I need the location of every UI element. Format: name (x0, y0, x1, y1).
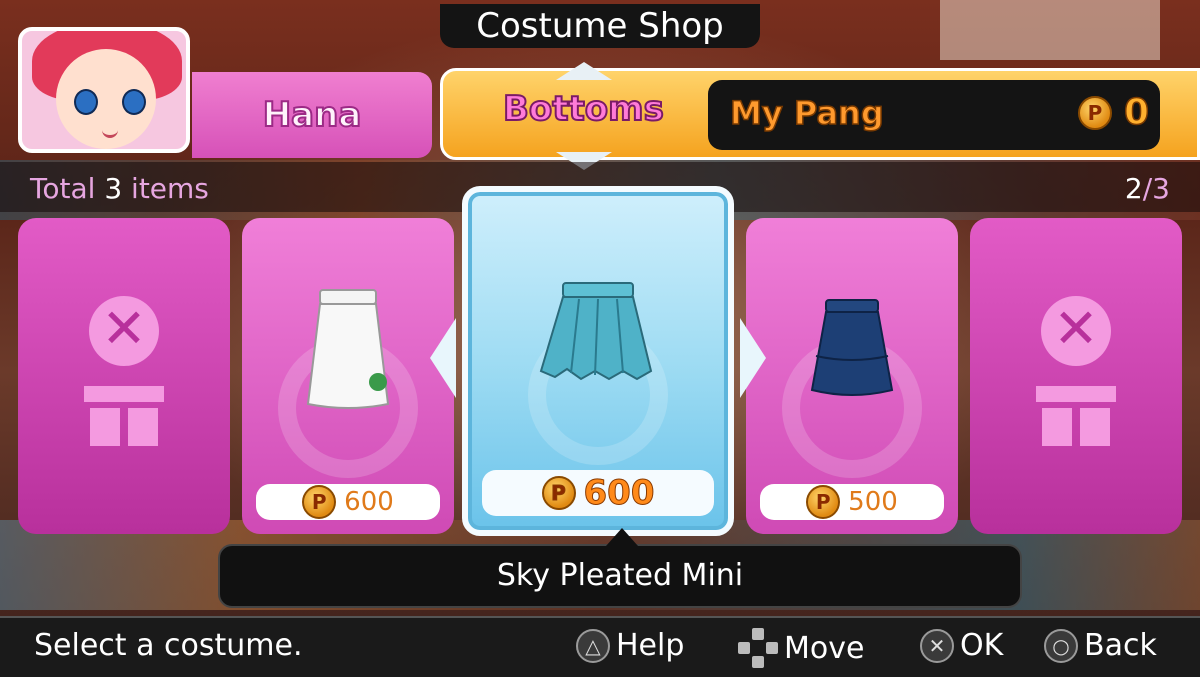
white-skirt-icon (306, 288, 390, 409)
back-control[interactable]: ○ Back (1044, 628, 1157, 663)
screen-title: Costume Shop (440, 4, 760, 48)
pang-coin-icon: P (541, 476, 576, 510)
price-tag: P 600 (482, 470, 714, 516)
item-price: 500 (848, 487, 898, 517)
help-control[interactable]: △ Help (576, 628, 684, 663)
character-name-plate: Hana (192, 72, 432, 158)
pang-coin-icon: P (302, 485, 337, 519)
price-tag: P 600 (256, 484, 440, 520)
dpad-icon (738, 628, 778, 668)
circle-button-icon: ○ (1044, 628, 1078, 663)
item-price: 600 (344, 487, 394, 517)
ok-control[interactable]: ✕ OK (920, 628, 1003, 663)
page-indicator: 2/3 (1125, 172, 1170, 205)
category-label: Bottoms (502, 88, 665, 130)
price-tag: P 500 (760, 484, 944, 520)
wallet-amount: 0 (1123, 91, 1150, 134)
category-up-arrow-icon[interactable] (556, 62, 612, 80)
pang-coin-icon: P (806, 485, 841, 519)
costume-card[interactable]: P 500 (746, 218, 958, 534)
instruction-text: Select a costume. (34, 628, 303, 663)
move-control[interactable]: Move (738, 628, 864, 668)
page-total: 3 (1152, 172, 1170, 205)
previous-item-arrow-icon[interactable] (430, 318, 456, 398)
page-separator: / (1142, 172, 1153, 205)
character-name: Hana (262, 94, 363, 136)
control-hint-bar: Select a costume. △ Help Move ✕ OK ○ Bac… (0, 616, 1200, 677)
costume-card-selected[interactable]: P 600 (462, 186, 734, 536)
triangle-button-icon: △ (576, 628, 610, 663)
character-portrait (18, 27, 190, 153)
costume-slot-empty[interactable]: ✕ (18, 218, 230, 534)
back-label: Back (1084, 628, 1157, 663)
cross-button-icon: ✕ (920, 628, 954, 663)
sky-pleated-mini-icon (539, 281, 653, 381)
help-label: Help (616, 628, 685, 663)
selected-item-name: Sky Pleated Mini (218, 528, 1022, 608)
navy-skirt-icon (810, 298, 894, 396)
x-gift-icon: ✕ (79, 296, 169, 456)
total-items: Total 3 items (30, 172, 209, 205)
total-suffix: items (131, 172, 209, 205)
page-current: 2 (1124, 172, 1143, 205)
wallet-display: My Pang P 0 (708, 80, 1160, 150)
pang-coin-icon: P (1078, 96, 1112, 130)
move-label: Move (784, 630, 865, 666)
item-price: 600 (583, 473, 655, 514)
total-count: 3 (104, 172, 123, 205)
next-item-arrow-icon[interactable] (740, 318, 766, 398)
costume-card[interactable]: P 600 (242, 218, 454, 534)
wallet-label: My Pang (729, 93, 884, 133)
total-prefix: Total (30, 172, 96, 205)
x-gift-icon: ✕ (1031, 296, 1121, 456)
costume-slot-empty[interactable]: ✕ (970, 218, 1182, 534)
ok-label: OK (960, 628, 1004, 663)
